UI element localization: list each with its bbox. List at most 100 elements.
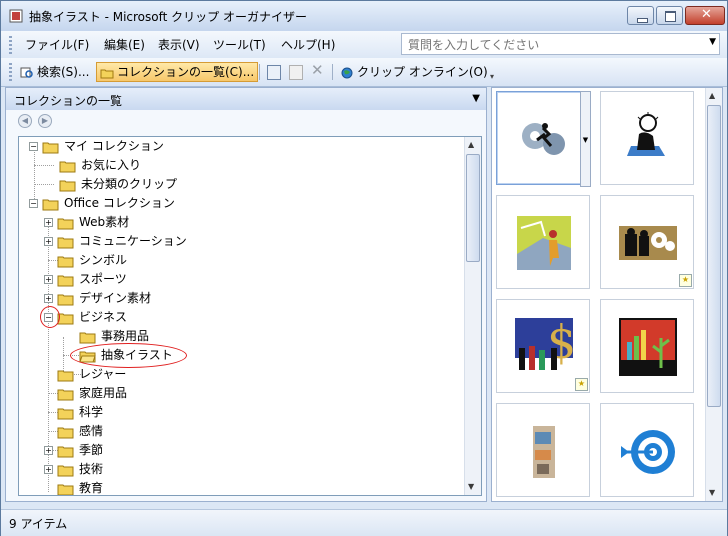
title-bar: 抽象イラスト - Microsoft クリップ オーガナイザー ✕ bbox=[1, 1, 727, 31]
menu-bar: ファイル(F) 編集(E) 表示(V) ツール(T) ヘルプ(H) ▼ bbox=[1, 31, 727, 58]
folder-icon bbox=[57, 389, 74, 400]
tree-node-label: お気に入り bbox=[81, 158, 142, 172]
tree-node[interactable]: お気に入り bbox=[59, 156, 143, 175]
status-bar: 9 アイテム bbox=[1, 509, 727, 536]
tree-node-label: スポーツ bbox=[79, 272, 127, 286]
menu-grip[interactable] bbox=[9, 36, 12, 54]
scroll-down-icon[interactable]: ▼ bbox=[468, 482, 474, 491]
tree-node[interactable]: 感情 bbox=[57, 422, 105, 441]
tree-node-label: 科学 bbox=[79, 405, 104, 419]
tree-node-label: コミュニケーション bbox=[79, 234, 187, 248]
collection-tree: − マイ コレクション お気に入り 未分類のクリップ − Office コレクシ… bbox=[18, 136, 482, 496]
expand-icon[interactable]: + bbox=[44, 446, 53, 455]
expand-icon[interactable]: + bbox=[44, 275, 53, 284]
ask-question-box[interactable]: ▼ bbox=[401, 33, 720, 55]
expand-icon[interactable]: + bbox=[44, 465, 53, 474]
delete-icon[interactable]: ✕ bbox=[311, 61, 324, 79]
scroll-thumb[interactable] bbox=[707, 105, 721, 407]
folder-icon bbox=[57, 237, 74, 248]
folder-icon bbox=[57, 484, 74, 495]
annotation-ellipse bbox=[70, 343, 187, 368]
clip-online-button[interactable]: クリップ オンライン(O) bbox=[337, 62, 491, 82]
tree-node-label: レジャー bbox=[79, 367, 127, 381]
close-button[interactable]: ✕ bbox=[685, 6, 725, 25]
minimize-button[interactable] bbox=[627, 6, 654, 25]
tree-node[interactable]: + 技術 bbox=[44, 460, 105, 479]
clip-thumbnail[interactable] bbox=[496, 91, 590, 185]
clip-thumbnail[interactable] bbox=[600, 299, 694, 393]
menu-view[interactable]: 表示(V) bbox=[158, 36, 200, 53]
tree-node[interactable]: + コミュニケーション bbox=[44, 232, 189, 251]
menu-edit[interactable]: 編集(E) bbox=[104, 36, 145, 53]
folder-icon bbox=[42, 142, 59, 153]
bar-chart-plant-clip bbox=[619, 318, 677, 376]
paste-icon[interactable] bbox=[289, 65, 303, 80]
back-circle-icon[interactable]: ◀ bbox=[18, 114, 32, 128]
collections-list-button[interactable]: コレクションの一覧(C)... bbox=[96, 62, 259, 82]
app-window: 抽象イラスト - Microsoft クリップ オーガナイザー ✕ ファイル(F… bbox=[0, 0, 728, 536]
tree-node[interactable]: 未分類のクリップ bbox=[59, 175, 179, 194]
folder-icon bbox=[59, 180, 76, 191]
globe-icon bbox=[341, 67, 353, 78]
tree-node[interactable]: − Office コレクション bbox=[26, 194, 177, 213]
toolbar-grip[interactable] bbox=[9, 63, 12, 81]
presentation-figure-clip bbox=[517, 216, 571, 270]
scroll-thumb[interactable] bbox=[466, 154, 480, 262]
folder-icon bbox=[57, 275, 74, 286]
expand-icon[interactable]: + bbox=[44, 237, 53, 246]
tree-node[interactable]: 科学 bbox=[57, 403, 105, 422]
tree-node[interactable]: + 季節 bbox=[44, 441, 105, 460]
folder-icon bbox=[57, 294, 74, 305]
tree-node-label: 教育 bbox=[79, 481, 104, 495]
tree-line bbox=[34, 184, 54, 185]
tree-node[interactable]: + デザイン素材 bbox=[44, 289, 153, 308]
annotation-circle bbox=[40, 306, 60, 328]
collapse-icon[interactable]: − bbox=[29, 142, 38, 151]
clip-thumbnail[interactable] bbox=[496, 403, 590, 497]
search-button[interactable]: 検索(S)... bbox=[17, 62, 92, 82]
collapse-icon[interactable]: − bbox=[29, 199, 38, 208]
folder-icon bbox=[57, 427, 74, 438]
clip-thumbnail[interactable] bbox=[600, 403, 694, 497]
clip-thumbnail[interactable]: ★ bbox=[600, 195, 694, 289]
folder-icon bbox=[42, 199, 59, 210]
folder-icon bbox=[57, 465, 74, 476]
gallery-scrollbar[interactable]: ▲ ▼ bbox=[705, 88, 722, 501]
online-star-icon: ★ bbox=[679, 274, 692, 287]
ask-question-input[interactable] bbox=[406, 35, 700, 55]
toolbar-separator bbox=[259, 64, 260, 80]
forward-circle-icon[interactable]: ▶ bbox=[38, 114, 52, 128]
pane-menu-chevron-icon[interactable]: ▼ bbox=[472, 93, 480, 104]
menu-tools[interactable]: ツール(T) bbox=[213, 36, 266, 53]
clip-thumbnail[interactable] bbox=[496, 195, 590, 289]
dollar-crowd-clip: $ bbox=[515, 318, 573, 370]
chevron-down-icon[interactable]: ▼ bbox=[709, 37, 716, 47]
tree-node[interactable]: + スポーツ bbox=[44, 270, 129, 289]
scroll-up-icon[interactable]: ▲ bbox=[468, 140, 474, 149]
pane-header: コレクションの一覧 ▼ bbox=[6, 88, 486, 110]
expand-icon[interactable]: + bbox=[44, 294, 53, 303]
tree-node[interactable]: 家庭用品 bbox=[57, 384, 129, 403]
tree-node[interactable]: − マイ コレクション bbox=[26, 137, 166, 156]
expand-icon[interactable]: + bbox=[44, 218, 53, 227]
clip-thumbnail[interactable] bbox=[600, 91, 694, 185]
tree-node[interactable]: 教育 bbox=[57, 479, 105, 495]
copy-icon[interactable] bbox=[267, 65, 281, 80]
tree-node-label: 感情 bbox=[79, 424, 104, 438]
tree-scrollbar[interactable]: ▲ ▼ bbox=[464, 137, 481, 495]
tree-node-label: シンボル bbox=[79, 253, 128, 267]
scroll-up-icon[interactable]: ▲ bbox=[709, 91, 715, 100]
menu-file[interactable]: ファイル(F) bbox=[25, 36, 89, 53]
menu-help[interactable]: ヘルプ(H) bbox=[281, 36, 335, 53]
folder-icon bbox=[57, 370, 74, 381]
tree-node[interactable]: シンボル bbox=[57, 251, 129, 270]
clip-thumbnail[interactable]: $ ★ bbox=[496, 299, 590, 393]
tree-node[interactable]: レジャー bbox=[57, 365, 128, 384]
window-title: 抽象イラスト - Microsoft クリップ オーガナイザー bbox=[29, 10, 307, 24]
toolbar-overflow-icon[interactable]: ▾ bbox=[490, 72, 494, 81]
scroll-down-icon[interactable]: ▼ bbox=[709, 488, 715, 497]
clip-dropdown-button[interactable]: ▼ bbox=[580, 91, 591, 187]
abstract-figure-clip bbox=[533, 426, 555, 478]
tree-node[interactable]: + Web素材 bbox=[44, 213, 131, 232]
maximize-button[interactable] bbox=[656, 6, 683, 25]
